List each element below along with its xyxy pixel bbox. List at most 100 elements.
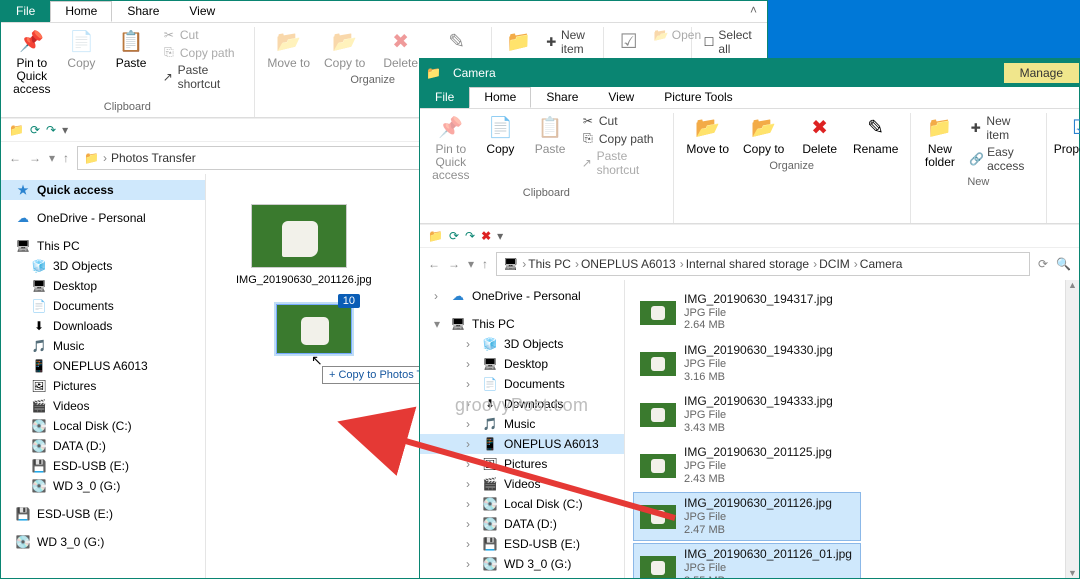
nav-item[interactable]: 💽DATA (D:) bbox=[1, 436, 205, 456]
cut-button[interactable]: ✂Cut bbox=[158, 27, 246, 43]
rename-button[interactable]: ✎Rename bbox=[850, 113, 902, 158]
file-item[interactable]: IMG_20190630_194317.jpg JPG File 2.64 MB bbox=[633, 288, 861, 337]
properties-button[interactable]: ☑Properties bbox=[1055, 113, 1080, 158]
nav-this-pc[interactable]: 🖥This PC bbox=[1, 236, 205, 256]
new-item-button[interactable]: ✚New item bbox=[965, 113, 1038, 143]
nav-item[interactable]: 🖥Desktop bbox=[1, 276, 205, 296]
nav-forward-button[interactable]: → bbox=[448, 257, 460, 271]
cut-button[interactable]: ✂Cut bbox=[577, 113, 665, 129]
nav-item[interactable]: 🎵Music bbox=[1, 336, 205, 356]
breadcrumb[interactable]: › Internal shared storage bbox=[680, 257, 809, 271]
nav-drive[interactable]: 💽WD 3_0 (G:) bbox=[1, 532, 205, 552]
new-item-button[interactable]: ✚New item bbox=[542, 27, 605, 57]
nav-forward-button[interactable]: → bbox=[29, 151, 41, 165]
content-pane[interactable]: IMG_20190630_194317.jpg JPG File 2.64 MB… bbox=[625, 280, 1079, 578]
qat-folder-icon[interactable]: 📁 bbox=[9, 123, 24, 137]
properties-button[interactable]: ☑ bbox=[612, 27, 646, 57]
file-item[interactable]: IMG_20190630_194333.jpg JPG File 3.43 MB bbox=[633, 390, 861, 439]
nav-item[interactable]: 💽WD 3_0 (G:) bbox=[1, 476, 205, 496]
nav-quick-access[interactable]: ★Quick access bbox=[1, 180, 205, 200]
tab-share[interactable]: Share bbox=[531, 87, 593, 108]
move-to-button[interactable]: 📂Move to bbox=[682, 113, 734, 158]
contextual-tab-manage[interactable]: Manage bbox=[1004, 63, 1079, 83]
nav-item[interactable]: ›💽DATA (D:) bbox=[420, 514, 624, 534]
nav-item[interactable]: 📄Documents bbox=[1, 296, 205, 316]
paste-button[interactable]: 📋Paste bbox=[527, 113, 573, 158]
navigation-pane[interactable]: ★Quick access ☁OneDrive - Personal 🖥This… bbox=[1, 174, 206, 578]
breadcrumb[interactable]: › Camera bbox=[854, 257, 903, 271]
copy-path-button[interactable]: ⎘Copy path bbox=[577, 130, 665, 147]
paste-shortcut-button[interactable]: ↗Paste shortcut bbox=[577, 148, 665, 178]
nav-recent-button[interactable]: ▾ bbox=[49, 151, 55, 165]
nav-item[interactable]: 🖼Pictures bbox=[1, 376, 205, 396]
qat-undo-icon[interactable]: ⟳ bbox=[30, 123, 40, 137]
nav-item[interactable]: ›🖼Pictures bbox=[420, 454, 624, 474]
qat-redo-icon[interactable]: ↷ bbox=[46, 123, 56, 137]
tab-view[interactable]: View bbox=[593, 87, 649, 108]
nav-item[interactable]: ›📱ONEPLUS A6013 bbox=[420, 434, 624, 454]
qat-dropdown-icon[interactable]: ▾ bbox=[497, 229, 503, 243]
nav-item[interactable]: ›📄Documents bbox=[420, 374, 624, 394]
qat-folder-icon[interactable]: 📁 bbox=[428, 229, 443, 243]
nav-back-button[interactable]: ← bbox=[9, 151, 21, 165]
easy-access-button[interactable]: 🔗Easy access bbox=[965, 144, 1038, 174]
nav-item[interactable]: 🎬Videos bbox=[1, 396, 205, 416]
scrollbar[interactable]: ▲▼ bbox=[1065, 280, 1079, 578]
search-icon[interactable]: 🔍 bbox=[1056, 257, 1071, 271]
file-item[interactable]: IMG_20190630_201125.jpg JPG File 2.43 MB bbox=[633, 441, 861, 490]
qat-delete-icon[interactable]: ✖ bbox=[481, 229, 491, 243]
nav-item[interactable]: 💾ESD-USB (E:) bbox=[1, 456, 205, 476]
file-item[interactable]: IMG_20190630_201126.jpg JPG File 2.47 MB bbox=[633, 492, 861, 541]
nav-onedrive[interactable]: ☁OneDrive - Personal bbox=[1, 208, 205, 228]
nav-this-pc[interactable]: ▾🖥This PC bbox=[420, 314, 624, 334]
tab-home[interactable]: Home bbox=[50, 1, 112, 22]
pin-to-quick-access-button[interactable]: 📌Pin to Quick access bbox=[428, 113, 474, 185]
file-item[interactable]: IMG_20190630_201126_01.jpg JPG File 2.55… bbox=[633, 543, 861, 578]
paste-button[interactable]: 📋Paste bbox=[108, 27, 154, 72]
new-folder-button[interactable]: 📁New folder bbox=[919, 113, 961, 171]
file-item[interactable]: IMG_20190630_194330.jpg JPG File 3.16 MB bbox=[633, 339, 861, 388]
breadcrumb[interactable]: › ONEPLUS A6013 bbox=[575, 257, 676, 271]
nav-onedrive[interactable]: ›☁OneDrive - Personal bbox=[420, 286, 624, 306]
copy-button[interactable]: 📄Copy bbox=[59, 27, 105, 72]
tab-view[interactable]: View bbox=[174, 1, 230, 22]
nav-up-button[interactable]: ↑ bbox=[482, 257, 488, 271]
copy-to-button[interactable]: 📂Copy to bbox=[738, 113, 790, 158]
open-button[interactable]: 📂Open bbox=[650, 27, 705, 43]
nav-item[interactable]: ›🎬Videos bbox=[420, 474, 624, 494]
nav-back-button[interactable]: ← bbox=[428, 257, 440, 271]
nav-item[interactable]: ›💽Local Disk (C:) bbox=[420, 494, 624, 514]
nav-item[interactable]: ›💾ESD-USB (E:) bbox=[420, 534, 624, 554]
refresh-button[interactable]: ⟳ bbox=[1038, 257, 1048, 271]
breadcrumb[interactable]: Photos Transfer bbox=[111, 151, 196, 165]
copy-button[interactable]: 📄Copy bbox=[478, 113, 524, 158]
copy-to-button[interactable]: 📂Copy to bbox=[319, 27, 371, 72]
tab-home[interactable]: Home bbox=[469, 87, 531, 108]
nav-item[interactable]: ›🎵Music bbox=[420, 414, 624, 434]
navigation-pane[interactable]: groovyPost.com ›☁OneDrive - Personal ▾🖥T… bbox=[420, 280, 625, 578]
file-item[interactable]: IMG_20190630_201126.jpg bbox=[236, 204, 362, 286]
select-all-button[interactable]: ☐Select all bbox=[700, 27, 759, 57]
nav-item[interactable]: 📱ONEPLUS A6013 bbox=[1, 356, 205, 376]
qat-redo-icon[interactable]: ↷ bbox=[465, 229, 475, 243]
qat-dropdown-icon[interactable]: ▾ bbox=[62, 123, 68, 137]
tab-file[interactable]: File bbox=[420, 87, 469, 108]
nav-up-button[interactable]: ↑ bbox=[63, 151, 69, 165]
nav-recent-button[interactable]: ▾ bbox=[468, 257, 474, 271]
title-bar[interactable]: 📁 Camera Manage bbox=[420, 59, 1079, 87]
breadcrumb[interactable]: › DCIM bbox=[813, 257, 850, 271]
pin-to-quick-access-button[interactable]: 📌Pin to Quick access bbox=[9, 27, 55, 99]
delete-button[interactable]: ✖Delete bbox=[794, 113, 846, 158]
nav-item[interactable]: ›⬇Downloads bbox=[420, 394, 624, 414]
nav-item[interactable]: 🧊3D Objects bbox=[1, 256, 205, 276]
nav-item[interactable]: ⬇Downloads bbox=[1, 316, 205, 336]
tab-file[interactable]: File bbox=[1, 1, 50, 22]
nav-drive[interactable]: 💾ESD-USB (E:) bbox=[1, 504, 205, 524]
copy-path-button[interactable]: ⎘Copy path bbox=[158, 44, 246, 61]
nav-item[interactable]: ›💽WD 3_0 (G:) bbox=[420, 554, 624, 574]
ribbon-collapse-icon[interactable]: ˄ bbox=[740, 1, 767, 22]
nav-item[interactable]: ›🧊3D Objects bbox=[420, 334, 624, 354]
address-bar[interactable]: 🖥 › This PC› ONEPLUS A6013› Internal sha… bbox=[496, 252, 1030, 276]
nav-item[interactable]: ›🖥Desktop bbox=[420, 354, 624, 374]
nav-item[interactable]: 💽Local Disk (C:) bbox=[1, 416, 205, 436]
